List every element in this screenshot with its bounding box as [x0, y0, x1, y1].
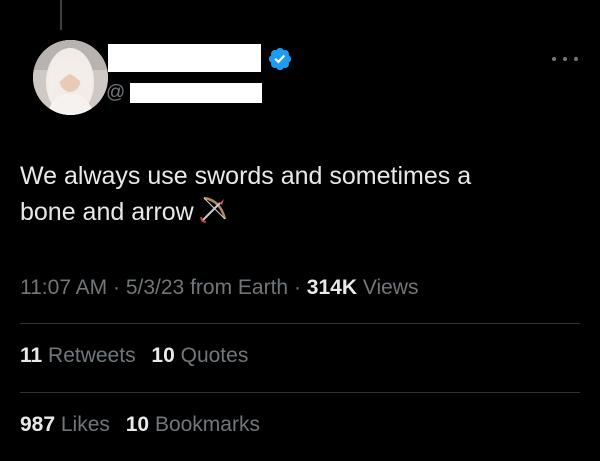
retweets-count: 11 [20, 344, 43, 367]
quotes-label: Quotes [174, 344, 249, 367]
likes-label: Likes [55, 413, 110, 436]
divider [20, 323, 580, 324]
divider [20, 392, 580, 393]
likes-count: 987 [20, 413, 56, 436]
avatar[interactable] [33, 40, 108, 115]
tweet-meta: 11:07 AM · 5/3/23 from Earth · 314K View… [20, 276, 418, 300]
views-count: 314K [306, 276, 357, 299]
views-label: Views [356, 276, 419, 299]
tweet-text-span: bone and arrow [20, 198, 194, 226]
quotes-stat[interactable]: 10 Quotes [151, 344, 248, 367]
stats-row-shares: 11 Retweets 10 Quotes [20, 344, 258, 368]
stats-row-engagement: 987 Likes 10 Bookmarks [20, 413, 270, 437]
display-name-redacted[interactable] [108, 44, 261, 72]
bow-and-arrow-icon [198, 195, 228, 235]
tweet-time[interactable]: 11:07 AM [20, 276, 107, 299]
thread-connector-line [60, 0, 62, 30]
tweet-source: from Earth [184, 276, 289, 299]
more-options-button[interactable] [552, 50, 578, 68]
user-handle[interactable]: @ [106, 82, 263, 104]
tweet-date[interactable]: 5/3/23 [126, 276, 184, 299]
likes-stat[interactable]: 987 Likes [20, 413, 110, 436]
more-dot [552, 57, 556, 61]
meta-separator: · [288, 276, 307, 299]
retweets-label: Retweets [42, 344, 136, 367]
tweet-text-line: bone and arrow [20, 194, 580, 235]
tweet-text-line: We always use swords and sometimes a [20, 162, 472, 190]
bookmarks-label: Bookmarks [149, 413, 260, 436]
verified-badge-icon [268, 47, 292, 71]
handle-at-sign: @ [106, 82, 126, 103]
more-dot [574, 57, 578, 61]
quotes-count: 10 [151, 344, 175, 367]
avatar-image [33, 40, 108, 115]
bookmarks-stat[interactable]: 10 Bookmarks [126, 413, 260, 436]
meta-separator: · [107, 276, 126, 299]
tweet-text: We always use swords and sometimes a bon… [20, 158, 580, 235]
retweets-stat[interactable]: 11 Retweets [20, 344, 136, 367]
bookmarks-count: 10 [125, 413, 150, 436]
handle-redacted [130, 83, 263, 103]
more-dot [563, 57, 567, 61]
